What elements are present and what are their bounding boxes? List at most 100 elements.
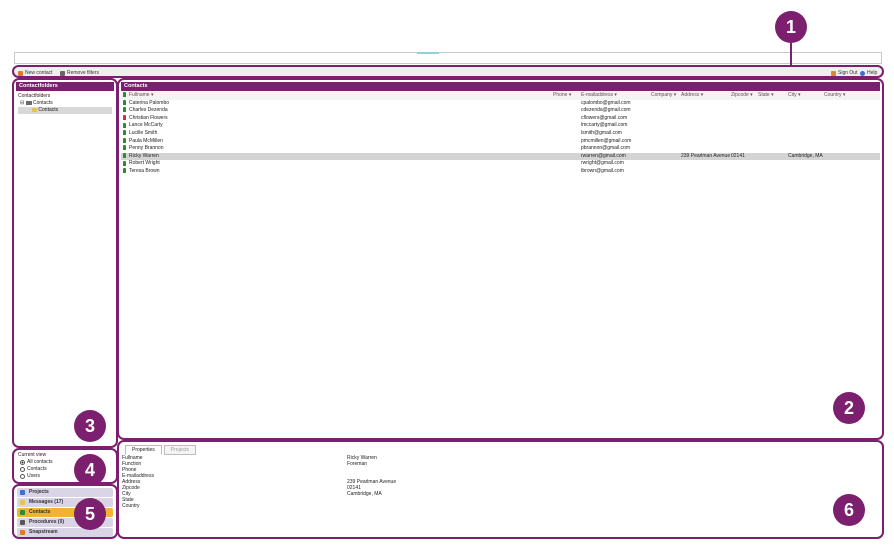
help-button[interactable]: Help <box>860 70 877 76</box>
messages-icon <box>20 500 25 505</box>
radio-checked-icon <box>20 459 25 465</box>
person-icon <box>123 168 126 174</box>
person-icon <box>123 107 126 113</box>
radio-contacts[interactable]: Contacts <box>20 466 47 472</box>
table-row[interactable]: Penny Brannon pbrannon@gmail.com <box>121 145 880 153</box>
row-address: 239 Pearlman Avenue <box>681 152 731 159</box>
radio-icon <box>20 466 25 472</box>
person-icon <box>123 130 126 136</box>
radio-icon <box>20 473 25 479</box>
remove-filters-label: Remove filters <box>67 70 99 76</box>
nav-item-projects[interactable]: Projects <box>17 488 113 497</box>
callout-badge-6: 6 <box>833 494 865 526</box>
person-icon <box>123 152 126 158</box>
folder-group-icon <box>25 100 32 105</box>
row-zipcode: 02141 <box>731 152 745 159</box>
table-row[interactable]: Paula McMillen pmcmillen@gmail.com <box>121 138 880 146</box>
contacts-panel: Contacts Fullname ▾ Phone ▾ E-mailaddres… <box>117 78 884 440</box>
contacts-icon <box>20 510 25 515</box>
toolbar: New contact Remove filters Sign Out Help <box>12 65 884 78</box>
tab-properties[interactable]: Properties <box>125 445 162 455</box>
row-fullname: Penny Brannon <box>129 145 164 152</box>
remove-filters-button[interactable]: Remove filters <box>60 70 99 76</box>
row-fullname: Robert Wright <box>129 160 160 167</box>
nav-item-snapstream[interactable]: Snapstream <box>17 528 113 537</box>
new-contact-button[interactable]: New contact <box>18 70 53 76</box>
contacts-grid: Fullname ▾ Phone ▾ E-mailaddress ▾ Compa… <box>121 92 880 176</box>
person-icon <box>123 114 126 120</box>
table-row[interactable]: Teresa Brown tbrown@gmail.com <box>121 168 880 176</box>
row-email: rwright@gmail.com <box>581 160 624 167</box>
grid-header: Fullname ▾ Phone ▾ E-mailaddress ▾ Compa… <box>121 92 880 100</box>
person-icon <box>123 99 126 105</box>
tree-node-label: Contacts <box>38 107 59 113</box>
person-icon <box>123 122 126 128</box>
details-panel: Properties Projects Fullname Function Ph… <box>117 440 884 539</box>
procedures-icon <box>20 520 25 525</box>
radio-all-contacts[interactable]: All contacts <box>20 459 53 465</box>
tree-node-contacts-selected[interactable]: Contacts <box>18 107 112 114</box>
radio-users[interactable]: Users <box>20 473 40 479</box>
person-icon <box>123 137 126 143</box>
row-email: lmccarty@gmail.com <box>581 122 628 129</box>
person-icon <box>123 92 126 98</box>
column-header-email[interactable]: E-mailaddress ▾ <box>581 92 617 100</box>
row-email: rwarren@gmail.com <box>581 152 626 159</box>
table-row[interactable]: Robert Wright rwright@gmail.com <box>121 160 880 168</box>
person-icon <box>123 145 126 151</box>
person-icon <box>123 160 126 166</box>
row-fullname: Lucille Smith <box>129 129 158 136</box>
help-label: Help <box>867 70 878 76</box>
expand-icon[interactable]: ⊟ <box>20 100 24 106</box>
callout-badge-4: 4 <box>74 454 106 486</box>
row-fullname: Lance McCarty <box>129 122 163 129</box>
table-row[interactable]: Lance McCarty lmccarty@gmail.com <box>121 122 880 130</box>
callout-badge-3: 3 <box>74 410 106 442</box>
column-header-state[interactable]: State ▾ <box>758 92 774 100</box>
sign-out-icon <box>831 70 836 76</box>
column-header-zipcode[interactable]: Zipcode ▾ <box>731 92 753 100</box>
table-row[interactable]: Christian Flowers cflowers@gmail.com <box>121 115 880 123</box>
row-email: pmcmillen@gmail.com <box>581 137 632 144</box>
column-header-country[interactable]: Country ▾ <box>824 92 845 100</box>
table-row-selected[interactable]: Ricky Warren rwarren@gmail.com 239 Pearl… <box>121 152 880 161</box>
row-fullname: Paula McMillen <box>129 137 163 144</box>
row-email: lsmith@gmail.com <box>581 129 622 136</box>
filter-icon <box>60 70 65 76</box>
tab-projects[interactable]: Projects <box>163 445 196 455</box>
tree-root[interactable]: Contactfolders <box>18 93 112 100</box>
address-bar <box>14 52 882 64</box>
callout-badge-1: 1 <box>775 11 807 43</box>
row-fullname: Teresa Brown <box>129 167 160 174</box>
projects-icon <box>20 490 25 495</box>
row-city: Cambridge, MA <box>788 152 823 159</box>
property-labels: Fullname Function Phone E-mailaddress Ad… <box>122 455 154 509</box>
table-row[interactable]: Caterina Palombo cpalombo@gmail.com <box>121 100 880 108</box>
column-header-city[interactable]: City ▾ <box>788 92 801 100</box>
sign-out-label: Sign Out <box>838 70 858 76</box>
contact-folders-panel: Contactfolders Contactfolders ⊟ Contacts… <box>12 78 118 448</box>
property-values: Ricky Warren Foreman 239 Pearlman Avenue… <box>347 455 396 509</box>
current-view-label: Current view <box>18 452 47 458</box>
row-email: pbrannon@gmail.com <box>581 145 630 152</box>
tree-node-contacts[interactable]: ⊟ Contacts <box>18 100 112 107</box>
column-header-address[interactable]: Address ▾ <box>681 92 703 100</box>
row-email: cflowers@gmail.com <box>581 114 628 121</box>
callout-badge-5: 5 <box>74 498 106 530</box>
row-email: tbrown@gmail.com <box>581 167 624 174</box>
column-header-fullname[interactable]: Fullname ▾ <box>123 92 153 100</box>
snapstream-icon <box>20 530 25 535</box>
new-contact-icon <box>18 70 23 76</box>
details-tabs: Properties Projects <box>125 445 196 455</box>
column-header-company[interactable]: Company ▾ <box>651 92 676 100</box>
row-email: cdezenda@gmail.com <box>581 107 631 114</box>
sign-out-button[interactable]: Sign Out <box>831 70 857 76</box>
column-header-phone[interactable]: Phone ▾ <box>553 92 571 100</box>
table-row[interactable]: Charles Dezenda cdezenda@gmail.com <box>121 107 880 115</box>
row-fullname: Christian Flowers <box>129 114 168 121</box>
folder-tree: Contactfolders ⊟ Contacts Contacts <box>18 93 112 114</box>
row-fullname: Ricky Warren <box>129 152 159 159</box>
table-row[interactable]: Lucille Smith lsmith@gmail.com <box>121 130 880 138</box>
tree-node-label: Contacts <box>32 100 53 106</box>
callout-badge-2: 2 <box>833 392 865 424</box>
